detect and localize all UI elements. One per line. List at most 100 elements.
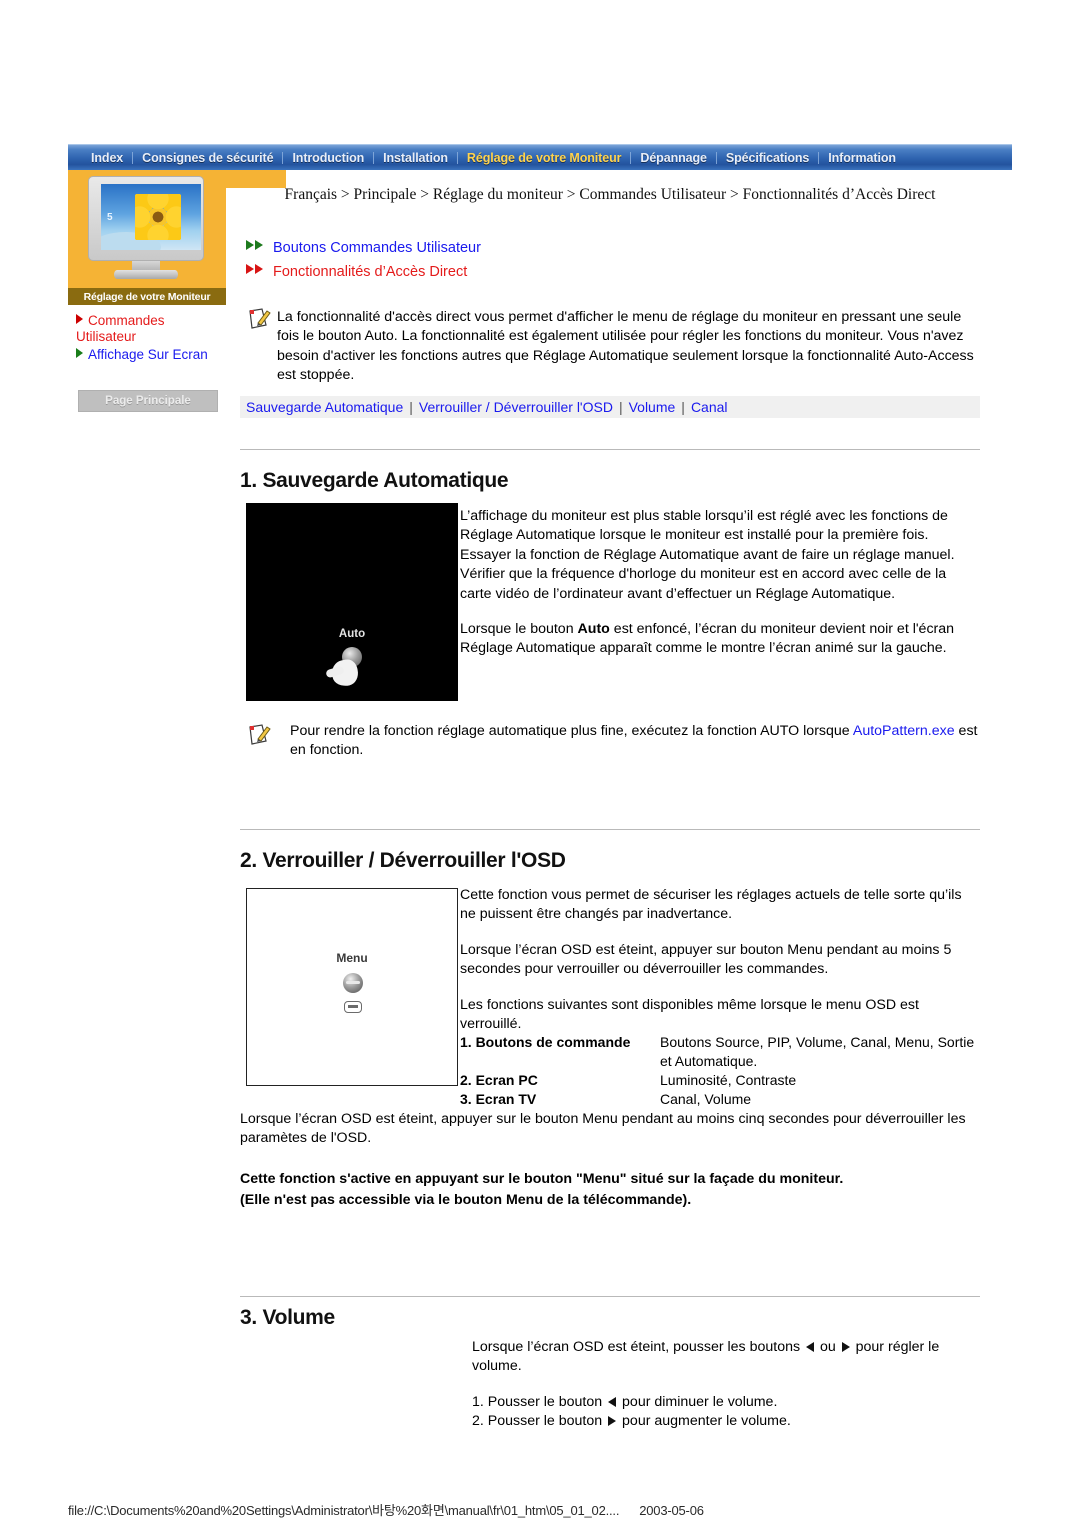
section-3-list-item-2: 2. Pousser le bouton pour augmenter le v…	[472, 1412, 980, 1431]
s3i1-part-b: pour diminuer le volume.	[618, 1393, 778, 1410]
table-cell-key: 2. Ecran PC	[460, 1072, 538, 1088]
section-jump-links[interactable]: Sauvegarde Automatique | Verrouiller / Dév…	[240, 396, 980, 418]
double-arrow-icon	[245, 263, 265, 275]
divider	[240, 829, 980, 830]
nav-separator	[456, 151, 458, 164]
notepad-pencil-icon	[246, 722, 272, 748]
arrow-right-icon	[841, 1342, 850, 1352]
table-cell-value: Luminosité, Contraste	[660, 1072, 797, 1088]
s3i1-part-a: 1. Pousser le bouton	[472, 1393, 607, 1410]
monitor-screen: 5	[101, 184, 201, 250]
menu-knob-graphic	[343, 973, 363, 993]
subnav-separator: |	[618, 399, 623, 415]
sidebar-item-affichage-sur-ecran[interactable]: Affichage Sur Ecran	[76, 347, 224, 363]
anchor-link-boutons-commandes-utilisateur[interactable]: Boutons Commandes Utilisateur	[245, 239, 481, 256]
figure-caption-menu: Menu	[336, 951, 368, 965]
section-3-heading: 3. Volume	[240, 1306, 335, 1329]
nav-item-consignes-de-s-curit[interactable]: Consignes de sécurité	[133, 151, 282, 165]
subnav-link-sauvegarde-automatique[interactable]: Sauvegarde Automatique	[246, 399, 403, 415]
section-2-body: Cette fonction vous permet de sécuriser …	[460, 886, 980, 1034]
autopattern-exe-link[interactable]: AutoPattern.exe	[853, 723, 955, 739]
section-3-paragraph-1: Lorsque l’écran OSD est éteint, pousser …	[472, 1338, 980, 1377]
divider	[240, 449, 980, 450]
anchor-link-label: Boutons Commandes Utilisateur	[273, 240, 481, 256]
auto-button-figure: Auto	[246, 503, 458, 701]
menu-button-figure: Menu	[246, 888, 458, 1086]
subnav-link-canal[interactable]: Canal	[691, 399, 728, 415]
nav-separator	[818, 151, 820, 164]
section-2-paragraph-4: Lorsque l’écran OSD est éteint, appuyer …	[240, 1111, 966, 1147]
table-cell-value: Canal, Volume	[660, 1091, 752, 1107]
notepad-pencil-icon	[246, 306, 272, 332]
nav-separator	[132, 151, 134, 164]
note-paragraph: Pour rendre la fonction réglage automati…	[290, 722, 980, 761]
osd-functions-table: 1. Boutons de commande Boutons Source, P…	[460, 1033, 980, 1109]
nav-separator	[715, 151, 717, 164]
nav-item-sp-cifications[interactable]: Spécifications	[717, 151, 818, 165]
triangle-bullet-icon	[76, 314, 83, 324]
breadcrumb: Français > Principale > Réglage du monit…	[284, 186, 936, 203]
screen-digit: 5	[107, 212, 113, 223]
nav-item-d-pannage[interactable]: Dépannage	[631, 151, 715, 165]
s3p1-part-a: Lorsque l’écran OSD est éteint, pousser …	[472, 1339, 805, 1355]
table-row: 3. Ecran TV Canal, Volume	[460, 1090, 980, 1109]
menu-chip-icon	[344, 1001, 362, 1013]
section-2-paragraph-1: Cette fonction vous permet de sécuriser …	[460, 887, 962, 923]
section-2-heading: 2. Verrouiller / Déverrouiller l'OSD	[240, 849, 566, 872]
s3i2-part-a: 2. Pousser le bouton	[472, 1413, 607, 1430]
nav-item-installation[interactable]: Installation	[374, 151, 457, 165]
table-row: 1. Boutons de commande Boutons Source, P…	[460, 1033, 980, 1071]
anchor-link-label: Fonctionnalités d’Accès Direct	[273, 264, 468, 280]
section-3-list-item-1: 1. Pousser le bouton pour diminuer le vo…	[472, 1393, 980, 1412]
sunflower-graphic	[135, 194, 181, 240]
sidebar-caption: Réglage de votre Moniteur	[68, 288, 226, 305]
para2-part-a: Lorsque le bouton	[460, 621, 578, 638]
monitor-bezel: 5	[88, 176, 204, 261]
monitor-illustration: 5	[84, 176, 210, 280]
page-principale-button[interactable]: Page Principale	[78, 390, 218, 412]
triangle-bullet-icon	[76, 348, 83, 358]
table-cell-value: Boutons Source, PIP, Volume, Canal, Menu…	[660, 1034, 975, 1069]
auto-keyword: Auto	[577, 621, 610, 638]
nav-item-information[interactable]: Information	[819, 151, 905, 165]
nav-separator	[282, 151, 284, 164]
section-2-bold-note: Cette fonction s'active en appuyant sur …	[240, 1170, 980, 1211]
subnav-separator: |	[409, 399, 413, 415]
nav-separator	[373, 151, 375, 164]
section-3-body: Lorsque l’écran OSD est éteint, pousser …	[472, 1338, 980, 1432]
subnav-link-volume[interactable]: Volume	[629, 399, 676, 415]
section-2-paragraph-3: Les fonctions suivantes sont disponibles…	[460, 996, 919, 1033]
intro-paragraph: La fonctionnalité d'accès direct vous pe…	[277, 309, 974, 384]
sidebar-item-label: Commandes Utilisateur	[76, 313, 165, 344]
main-navigation-bar[interactable]: Index Consignes de sécurité Introduction In…	[68, 144, 1012, 170]
section-2-bold-line-1: Cette fonction s'active en appuyant sur …	[240, 1171, 844, 1187]
double-arrow-icon	[245, 239, 265, 251]
section-1-body: L’affichage du moniteur est plus stable …	[460, 507, 980, 659]
arrow-left-icon	[806, 1342, 815, 1352]
nav-item-index[interactable]: Index	[82, 151, 132, 165]
table-cell-key: 1. Boutons de commande	[460, 1034, 631, 1050]
section-1-heading: 1. Sauvegarde Automatique	[240, 469, 509, 492]
footer-date: 2003-05-06	[639, 1503, 704, 1518]
section-2-bold-line-2: (Elle n'est pas accessible via le bouton…	[240, 1192, 692, 1209]
table-row: 2. Ecran PC Luminosité, Contraste	[460, 1071, 980, 1090]
section-2-paragraph-4-wrap: Lorsque l’écran OSD est éteint, appuyer …	[240, 1110, 980, 1149]
arrow-left-icon	[608, 1396, 617, 1407]
monitor-base	[114, 270, 178, 279]
figure-caption-auto: Auto	[338, 628, 366, 640]
note-part-a: Pour rendre la fonction réglage automati…	[290, 723, 853, 739]
sidebar-item-commandes-utilisateur[interactable]: Commandes Utilisateur	[76, 313, 224, 345]
footer-file-path: file://C:\Documents%20and%20Settings\Adm…	[68, 1503, 620, 1518]
footer: file://C:\Documents%20and%20Settings\Adm…	[68, 1500, 1012, 1519]
table-cell-key: 3. Ecran TV	[460, 1091, 537, 1107]
nav-item-introduction[interactable]: Introduction	[283, 151, 373, 165]
subnav-link-verrouiller-d-verrouiller-l-osd[interactable]: Verrouiller / Déverrouiller l'OSD	[419, 399, 613, 415]
section-1-note: Pour rendre la fonction réglage automati…	[290, 722, 980, 761]
s3i2-part-b: pour augmenter le volume.	[618, 1413, 791, 1430]
anchor-link-fonctionnalites-acces-direct[interactable]: Fonctionnalités d’Accès Direct	[245, 263, 467, 280]
nav-item-r-glage-de-votre-moniteur[interactable]: Réglage de votre Moniteur	[458, 151, 630, 165]
s3p1-part-b: ou	[816, 1339, 840, 1355]
section-1-paragraph-2: Lorsque le bouton Auto est enfoncé, l’éc…	[460, 620, 980, 659]
section-2-paragraph-2: Lorsque l’écran OSD est éteint, appuyer …	[460, 941, 952, 978]
nav-separator	[630, 151, 632, 164]
